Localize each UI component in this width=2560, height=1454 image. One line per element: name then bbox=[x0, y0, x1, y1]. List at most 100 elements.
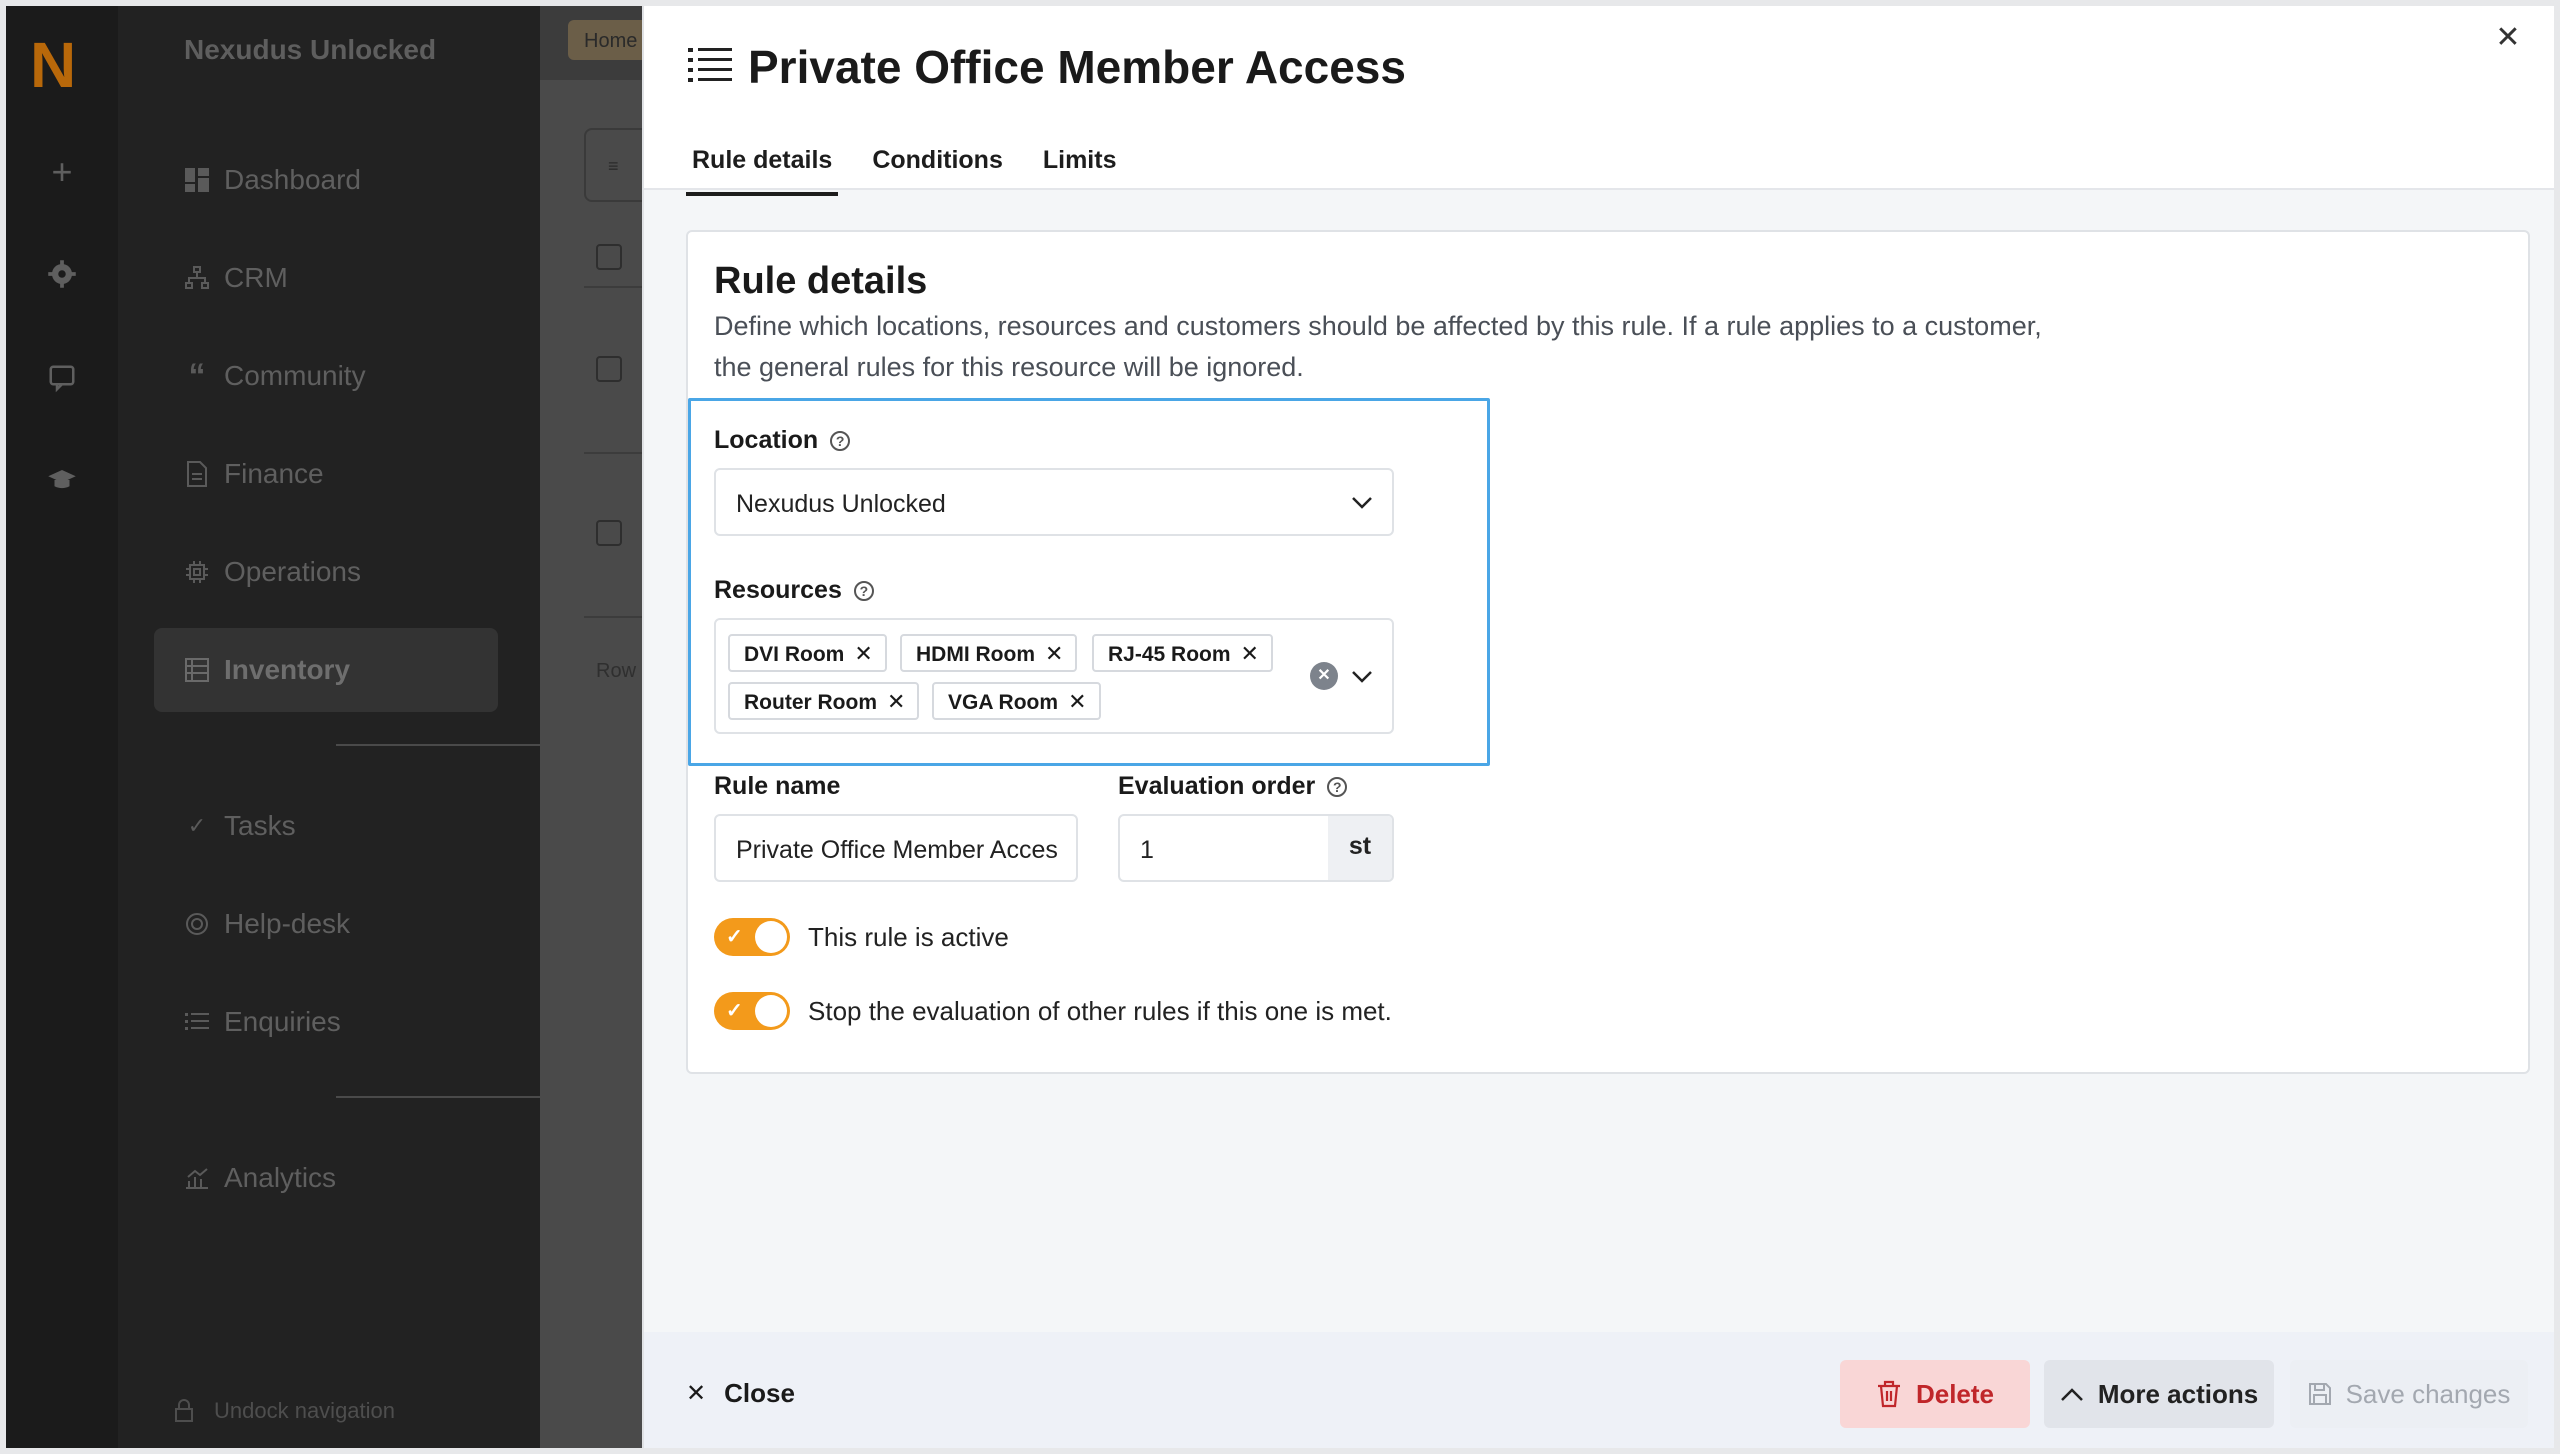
rule-name-input[interactable]: Private Office Member Acces bbox=[714, 814, 1078, 882]
save-changes-label: Save changes bbox=[2345, 1378, 2511, 1409]
resource-chip: RJ-45 Room ✕ bbox=[1092, 634, 1273, 672]
close-button[interactable]: ✕ Close bbox=[686, 1378, 795, 1409]
nav-item-community[interactable]: “ Community bbox=[154, 334, 498, 418]
stop-evaluation-toggle[interactable]: ✓ bbox=[714, 992, 790, 1030]
save-changes-button[interactable]: Save changes bbox=[2290, 1360, 2528, 1428]
nav-item-inventory[interactable]: Inventory bbox=[154, 628, 498, 712]
delete-button[interactable]: Delete bbox=[1840, 1360, 2030, 1428]
nav-item-label: Finance bbox=[224, 458, 324, 489]
chevron-down-icon bbox=[1350, 490, 1374, 514]
chip-label: HDMI Room bbox=[916, 643, 1035, 666]
close-icon[interactable]: ✕ bbox=[2492, 22, 2524, 54]
tab-rule-details[interactable]: Rule details bbox=[686, 142, 839, 196]
app-frame: N + Nexudus Unlocked Dashboard CRM “ Com… bbox=[6, 6, 2554, 1448]
nav-divider bbox=[336, 1096, 542, 1098]
chevron-down-icon[interactable] bbox=[1350, 664, 1374, 688]
document-icon bbox=[184, 461, 210, 487]
quote-icon: “ bbox=[188, 356, 206, 395]
list-icon bbox=[184, 1009, 210, 1035]
nav-item-tasks[interactable]: ✓ Tasks bbox=[154, 784, 498, 868]
rule-name-value: Private Office Member Acces bbox=[736, 836, 1058, 864]
nav-item-label: Operations bbox=[224, 556, 361, 587]
resources-label-text: Resources bbox=[714, 576, 842, 604]
remove-chip-icon[interactable]: ✕ bbox=[1045, 641, 1063, 670]
nav-item-help-desk[interactable]: Help-desk bbox=[154, 882, 498, 966]
chat-icon[interactable] bbox=[38, 354, 86, 402]
chart-icon bbox=[184, 1165, 210, 1191]
tab-conditions[interactable]: Conditions bbox=[866, 142, 1009, 190]
checkmark-icon: ✓ bbox=[187, 813, 207, 838]
row-checkbox[interactable] bbox=[596, 356, 622, 382]
location-label-text: Location bbox=[714, 426, 819, 454]
background-content: Home ≡ Row bbox=[540, 6, 658, 1448]
navigation-panel: Nexudus Unlocked Dashboard CRM “ Communi… bbox=[118, 6, 542, 1448]
nav-item-finance[interactable]: Finance bbox=[154, 432, 498, 516]
remove-chip-icon[interactable]: ✕ bbox=[854, 641, 872, 670]
stop-evaluation-label: Stop the evaluation of other rules if th… bbox=[808, 996, 1392, 1026]
toggle-knob bbox=[755, 921, 787, 953]
close-icon: ✕ bbox=[686, 1380, 707, 1407]
gear-icon[interactable] bbox=[38, 250, 86, 298]
rule-drawer: Private Office Member Access ✕ Rule deta… bbox=[642, 6, 2554, 1448]
resource-chip: VGA Room ✕ bbox=[932, 682, 1101, 720]
nav-item-analytics[interactable]: Analytics bbox=[154, 1136, 498, 1220]
help-icon[interactable]: ? bbox=[853, 580, 874, 601]
graduation-cap-icon[interactable] bbox=[38, 456, 86, 504]
org-chart-icon bbox=[184, 265, 210, 291]
more-actions-button[interactable]: More actions bbox=[2044, 1360, 2274, 1428]
select-all-checkbox[interactable] bbox=[596, 244, 622, 270]
nav-item-enquiries[interactable]: Enquiries bbox=[154, 980, 498, 1064]
evaluation-order-label: Evaluation order ? bbox=[1118, 772, 1348, 801]
nav-item-label: Inventory bbox=[224, 654, 351, 685]
nav-item-label: Help-desk bbox=[224, 908, 351, 939]
rule-details-card: Rule details Define which locations, res… bbox=[686, 230, 2530, 1074]
page-title: Private Office Member Access bbox=[748, 41, 1406, 93]
chip-label: RJ-45 Room bbox=[1108, 643, 1231, 666]
icon-rail: N + bbox=[6, 6, 118, 1448]
drawer-footer: ✕ Close Delete More actions Save changes bbox=[644, 1332, 2554, 1448]
undock-label: Undock navigation bbox=[214, 1398, 396, 1423]
brand-logo[interactable]: N bbox=[30, 28, 76, 102]
resource-chip: DVI Room ✕ bbox=[728, 634, 887, 672]
dashboard-icon bbox=[184, 167, 210, 193]
checkmark-icon: ✓ bbox=[726, 926, 743, 948]
help-icon[interactable]: ? bbox=[1327, 776, 1348, 797]
clear-all-icon[interactable]: ✕ bbox=[1310, 662, 1338, 690]
remove-chip-icon[interactable]: ✕ bbox=[1068, 689, 1086, 718]
undock-navigation[interactable]: Undock navigation bbox=[174, 1398, 395, 1424]
chip-label: VGA Room bbox=[948, 691, 1059, 714]
section-title: Rule details bbox=[714, 260, 928, 302]
plus-icon[interactable]: + bbox=[38, 148, 86, 196]
row-checkbox[interactable] bbox=[596, 520, 622, 546]
nav-item-crm[interactable]: CRM bbox=[154, 236, 498, 320]
nav-item-dashboard[interactable]: Dashboard bbox=[154, 138, 498, 222]
resources-multiselect[interactable]: DVI Room ✕ HDMI Room ✕ RJ-45 Room ✕ Rout… bbox=[714, 618, 1394, 734]
background-topbar: Home bbox=[540, 6, 658, 80]
checkmark-icon: ✓ bbox=[726, 1000, 743, 1022]
location-select[interactable]: Nexudus Unlocked bbox=[714, 468, 1394, 536]
trash-icon bbox=[1876, 1380, 1902, 1408]
tab-bar: Rule details Conditions Limits bbox=[686, 142, 1150, 196]
org-name: Nexudus Unlocked bbox=[184, 34, 437, 65]
chip-icon bbox=[184, 559, 210, 585]
active-toggle[interactable]: ✓ bbox=[714, 918, 790, 956]
ordinal-suffix: st bbox=[1328, 816, 1392, 880]
close-label: Close bbox=[724, 1378, 795, 1408]
inventory-icon bbox=[184, 657, 210, 683]
remove-chip-icon[interactable]: ✕ bbox=[1241, 641, 1259, 670]
lock-icon bbox=[174, 1399, 194, 1423]
help-icon[interactable]: ? bbox=[830, 430, 851, 451]
evaluation-order-input[interactable]: 1 st bbox=[1118, 814, 1394, 882]
rule-name-label: Rule name bbox=[714, 772, 841, 800]
location-label: Location ? bbox=[714, 426, 851, 455]
nav-item-label: CRM bbox=[224, 262, 288, 293]
nav-divider bbox=[336, 744, 542, 746]
nav-item-label: Community bbox=[224, 360, 366, 391]
lifebuoy-icon bbox=[184, 911, 210, 937]
remove-chip-icon[interactable]: ✕ bbox=[887, 689, 905, 718]
chip-label: Router Room bbox=[744, 691, 877, 714]
resource-chip: Router Room ✕ bbox=[728, 682, 920, 720]
nav-item-operations[interactable]: Operations bbox=[154, 530, 498, 614]
tab-limits[interactable]: Limits bbox=[1037, 142, 1123, 190]
evaluation-order-label-text: Evaluation order bbox=[1118, 772, 1316, 800]
